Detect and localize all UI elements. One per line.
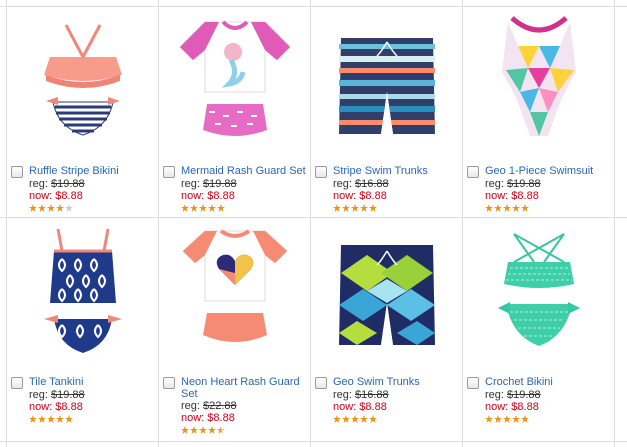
product-card: Geo Swim Trunks reg: $16.88 now: $8.88 [311,218,462,435]
sale-price: now: $8.88 [485,190,539,202]
star-icon [351,204,359,212]
star-icon [47,415,55,423]
star-icon [56,204,64,212]
compare-checkbox[interactable] [163,377,175,389]
product-card: Crochet Bikini reg: $19.88 now: $8.88 [463,218,614,435]
star-rating [467,204,612,214]
regular-price: reg: $19.88 [181,178,237,190]
product-image[interactable] [463,218,614,368]
star-rating [315,415,460,425]
compare-checkbox[interactable] [467,377,479,389]
star-icon [217,426,225,434]
star-icon [503,204,511,212]
product-card: Ruffle Stripe Bikini reg: $19.88 now: $8… [7,7,158,224]
sale-price: now: $8.88 [29,401,83,413]
product-title[interactable]: Stripe Swim Trunks [333,165,428,177]
star-icon [38,415,46,423]
compare-checkbox[interactable] [467,166,479,178]
star-icon [217,204,225,212]
regular-price: reg: $19.88 [29,389,85,401]
sale-price: now: $8.88 [485,401,539,413]
star-icon [190,426,198,434]
product-image[interactable] [7,218,158,368]
sale-price: now: $8.88 [181,190,235,202]
product-image[interactable] [463,7,614,157]
star-icon [512,204,520,212]
regular-price: reg: $16.88 [333,178,389,190]
star-icon [65,415,73,423]
product-card: Mermaid Rash Guard Set reg: $19.88 now: … [159,7,310,224]
star-icon [333,415,341,423]
star-icon [521,204,529,212]
regular-price: reg: $19.88 [29,178,85,190]
star-icon [512,415,520,423]
star-icon [342,415,350,423]
star-icon [29,204,37,212]
product-title[interactable]: Geo 1-Piece Swimsuit [485,165,593,177]
star-icon [47,204,55,212]
product-image[interactable] [311,7,462,157]
product-image[interactable] [159,218,310,368]
product-card: Tile Tankini reg: $19.88 now: $8.88 [7,218,158,435]
regular-price: reg: $22.88 [181,400,237,412]
star-icon [190,204,198,212]
star-icon [494,204,502,212]
compare-checkbox[interactable] [163,166,175,178]
compare-checkbox[interactable] [315,377,327,389]
compare-checkbox[interactable] [11,377,23,389]
star-icon [485,415,493,423]
product-title[interactable]: Geo Swim Trunks [333,376,420,388]
star-icon [521,415,529,423]
regular-price: reg: $19.88 [485,178,541,190]
product-grid: Ruffle Stripe Bikini reg: $19.88 now: $8… [0,0,627,447]
star-icon [199,204,207,212]
product-title[interactable]: Neon Heart Rash Guard Set [181,376,308,400]
sale-price: now: $8.88 [29,190,83,202]
star-icon [208,204,216,212]
product-image[interactable] [159,7,310,157]
star-icon [29,415,37,423]
star-icon [369,415,377,423]
star-rating [467,415,612,425]
star-rating [11,204,156,214]
product-card: Neon Heart Rash Guard Set reg: $22.88 no… [159,218,310,435]
product-title[interactable]: Ruffle Stripe Bikini [29,165,119,177]
product-title[interactable]: Mermaid Rash Guard Set [181,165,306,177]
star-icon [38,204,46,212]
star-icon [181,204,189,212]
star-icon [360,415,368,423]
star-icon [342,204,350,212]
star-icon [485,204,493,212]
star-icon [56,415,64,423]
star-icon [494,415,502,423]
star-icon [65,204,73,212]
compare-checkbox[interactable] [315,166,327,178]
star-rating [11,415,156,425]
product-title[interactable]: Tile Tankini [29,376,83,388]
sale-price: now: $8.88 [333,190,387,202]
star-rating [315,204,460,214]
star-icon [208,426,216,434]
star-icon [181,426,189,434]
star-icon [503,415,511,423]
compare-checkbox[interactable] [11,166,23,178]
star-rating [163,426,308,436]
star-icon [351,415,359,423]
sale-price: now: $8.88 [181,412,235,424]
product-card: Geo 1-Piece Swimsuit reg: $19.88 now: $8… [463,7,614,224]
grid-divider [614,0,615,447]
grid-divider [0,441,627,442]
star-icon [369,204,377,212]
product-card: Stripe Swim Trunks reg: $16.88 now: $8.8… [311,7,462,224]
star-icon [333,204,341,212]
product-image[interactable] [7,7,158,157]
regular-price: reg: $19.88 [485,389,541,401]
product-title[interactable]: Crochet Bikini [485,376,553,388]
star-icon [360,204,368,212]
sale-price: now: $8.88 [333,401,387,413]
product-image[interactable] [311,218,462,368]
regular-price: reg: $16.88 [333,389,389,401]
star-rating [163,204,308,214]
star-icon [199,426,207,434]
